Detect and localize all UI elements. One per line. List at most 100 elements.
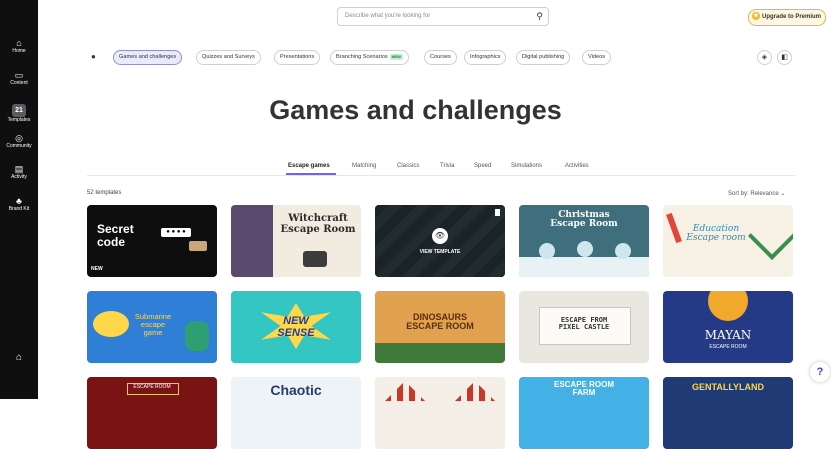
search-placeholder: Describe what you're looking for bbox=[345, 13, 431, 19]
sidebar-item-activity[interactable]: ▤ Activity bbox=[0, 164, 38, 181]
eye-icon: 👁 bbox=[432, 228, 448, 244]
template-card-dinosaurs[interactable]: DINOSAURS ESCAPE ROOM bbox=[375, 291, 505, 363]
chip-infographics[interactable]: Infographics bbox=[464, 50, 507, 65]
password-field-graphic: ● ● ● ● bbox=[161, 228, 191, 237]
chip-label: Games and challenges bbox=[119, 54, 177, 60]
template-card-gentallyland[interactable]: GENTALLYLAND bbox=[663, 377, 793, 449]
tab-escape-games[interactable]: Escape games bbox=[288, 163, 330, 169]
template-card-circus[interactable] bbox=[375, 377, 505, 449]
snow-globe-graphic bbox=[577, 241, 593, 257]
tab-classics[interactable]: Classics bbox=[397, 163, 419, 169]
card-title: ESCAPE FROM PIXEL CASTLE bbox=[558, 316, 610, 332]
chip-digital-publishing[interactable]: Digital publishing bbox=[516, 50, 571, 65]
house-icon[interactable]: ⌂ bbox=[0, 352, 38, 363]
sidebar-item-content[interactable]: ▭ Content bbox=[0, 70, 38, 87]
card-title: ESCAPE ROOM bbox=[133, 384, 171, 390]
active-tab-indicator bbox=[286, 173, 336, 175]
snow-globe-graphic bbox=[539, 243, 555, 259]
template-card-chaotic[interactable]: Chaotic bbox=[231, 377, 361, 449]
stack-icon[interactable]: ◈ bbox=[757, 50, 772, 65]
template-card-farm[interactable]: ESCAPE ROOM FARM bbox=[519, 377, 649, 449]
sidebar-item-label: Content bbox=[10, 80, 28, 86]
card-title: NEW SENSE bbox=[277, 315, 315, 339]
sidebar-item-brand-kit[interactable]: ♣ Brand Kit bbox=[0, 196, 38, 213]
view-template-label[interactable]: VIEW TEMPLATE bbox=[375, 249, 505, 255]
bookmark-icon[interactable] bbox=[495, 209, 500, 216]
template-card-witchcraft[interactable]: Witchcraft Escape Room bbox=[231, 205, 361, 277]
pencil-graphic bbox=[666, 212, 682, 244]
person-icon[interactable]: ● bbox=[91, 52, 96, 61]
chip-games-and-challenges[interactable]: Games and challenges bbox=[113, 50, 183, 65]
chip-label: Quizzes and Surveys bbox=[202, 54, 255, 60]
key-graphic bbox=[189, 241, 207, 251]
sidebar-item-label: Brand Kit bbox=[8, 206, 30, 212]
chip-label: Branching Scenarios bbox=[336, 54, 388, 60]
template-card-mayan[interactable]: MAYAN ESCAPE ROOM bbox=[663, 291, 793, 363]
witch-illustration bbox=[231, 205, 273, 277]
template-card-escape-room-red[interactable]: ESCAPE ROOM bbox=[87, 377, 217, 449]
chip-label: Digital publishing bbox=[522, 54, 565, 60]
chip-branching-scenarios[interactable]: Branching Scenarios NEW bbox=[330, 50, 409, 65]
card-title: GENTALLYLAND bbox=[692, 382, 764, 392]
templates-count: 52 templates bbox=[87, 190, 122, 196]
template-card-education[interactable]: Education Escape room bbox=[663, 205, 793, 277]
new-badge: NEW bbox=[91, 266, 103, 272]
brand-kit-icon: ♣ bbox=[16, 196, 22, 206]
submarine-graphic bbox=[93, 311, 129, 337]
cauldron-graphic bbox=[303, 251, 327, 267]
chip-videos[interactable]: Videos bbox=[582, 50, 612, 65]
card-title: MAYAN bbox=[704, 328, 752, 342]
chip-label: Presentations bbox=[280, 54, 315, 60]
star-icon: ★ bbox=[752, 12, 760, 21]
sidebar-item-home[interactable]: ⌂ Home bbox=[0, 38, 38, 55]
card-title: Witchcraft Escape Room bbox=[280, 213, 356, 235]
sort-dropdown[interactable]: Sort by: Relevance ⌄ bbox=[728, 190, 785, 197]
compass-icon: ◎ bbox=[15, 133, 23, 143]
template-card-hover[interactable]: 👁 VIEW TEMPLATE bbox=[375, 205, 505, 277]
snow-globe-graphic bbox=[615, 243, 631, 259]
folder-icon: ▭ bbox=[14, 70, 24, 80]
search-icon[interactable]: ⚲ bbox=[536, 11, 543, 22]
chip-courses[interactable]: Courses bbox=[424, 50, 457, 65]
tab-matching[interactable]: Matching bbox=[352, 163, 376, 169]
chip-label: Infographics bbox=[470, 54, 501, 60]
chip-quizzes-and-surveys[interactable]: Quizzes and Surveys bbox=[196, 50, 261, 65]
card-title: Education Escape room bbox=[686, 224, 746, 244]
chip-label: Courses bbox=[430, 54, 451, 60]
sun-graphic bbox=[708, 291, 748, 321]
template-card-secret-code[interactable]: Secret code ● ● ● ● NEW bbox=[87, 205, 217, 277]
card-title: ESCAPE ROOM FARM bbox=[553, 380, 614, 398]
card-title: DINOSAURS ESCAPE ROOM bbox=[406, 312, 474, 332]
new-badge: NEW bbox=[389, 53, 403, 60]
template-card-new-sense[interactable]: NEW SENSE bbox=[231, 291, 361, 363]
template-card-submarine[interactable]: Submarine escape game bbox=[87, 291, 217, 363]
note-icon[interactable]: ◧ bbox=[777, 50, 792, 65]
page-title: Games and challenges bbox=[269, 95, 562, 125]
upgrade-button[interactable]: ★ Upgrade to Premium bbox=[748, 9, 827, 26]
tabs-divider bbox=[87, 175, 795, 176]
tab-speed[interactable]: Speed bbox=[474, 163, 491, 169]
seaweed-graphic bbox=[185, 321, 209, 351]
tab-simulations[interactable]: Simulations bbox=[511, 163, 542, 169]
card-title: Submarine escape game bbox=[134, 312, 172, 337]
sidebar-item-label: Activity bbox=[11, 174, 27, 180]
sidebar-item-label: Community bbox=[6, 143, 32, 149]
home-icon: ⌂ bbox=[16, 38, 22, 48]
check-graphic bbox=[747, 211, 793, 261]
chip-presentations[interactable]: Presentations bbox=[274, 50, 321, 65]
card-title: Christmas Escape Room bbox=[550, 210, 618, 230]
jungle-graphic bbox=[375, 343, 505, 363]
template-card-christmas[interactable]: Christmas Escape Room bbox=[519, 205, 649, 277]
chip-label: Videos bbox=[588, 54, 606, 60]
circus-tent-graphic bbox=[455, 381, 495, 401]
search-input[interactable]: Describe what you're looking for ⚲ bbox=[337, 7, 549, 26]
card-subtitle: ESCAPE ROOM bbox=[709, 344, 747, 350]
activity-icon: ▤ bbox=[14, 164, 24, 174]
tab-trivia[interactable]: Trivia bbox=[440, 163, 454, 169]
card-title: Secret code bbox=[97, 222, 134, 249]
template-card-pixel-castle[interactable]: ESCAPE FROM PIXEL CASTLE bbox=[519, 291, 649, 363]
help-button[interactable]: ? bbox=[810, 362, 830, 382]
tab-activities[interactable]: Activities bbox=[565, 163, 589, 169]
sidebar-item-label: Home bbox=[12, 48, 26, 54]
sidebar-item-community[interactable]: ◎ Community bbox=[0, 133, 38, 150]
